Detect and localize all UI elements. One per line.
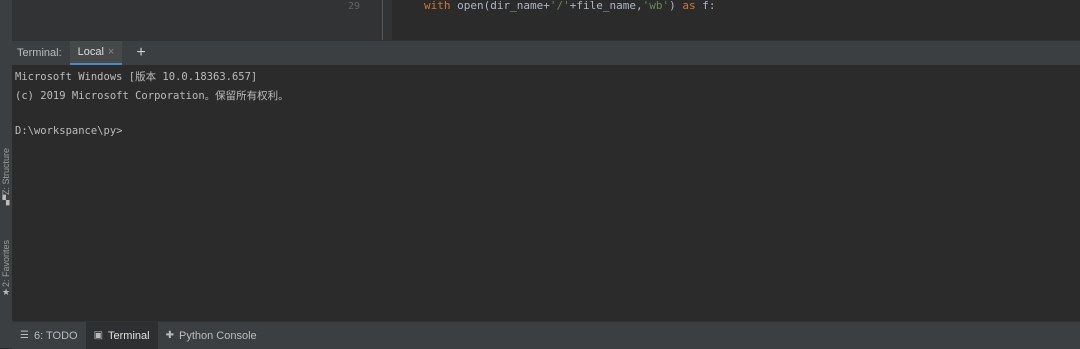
python-console-label: Python Console — [179, 329, 257, 342]
terminal-prompt: D:\workspance\py> — [15, 125, 123, 137]
new-session-button[interactable]: + — [136, 45, 145, 61]
close-icon[interactable]: × — [108, 46, 114, 58]
tab-local-label: Local — [77, 46, 104, 58]
star-icon: ★ — [1, 287, 11, 298]
line-number-gutter: 29 — [342, 0, 392, 40]
terminal-title: Terminal: — [17, 47, 62, 59]
todo-tool-tab[interactable]: ☰ 6: TODO — [12, 322, 86, 349]
line-number: 29 — [348, 1, 361, 12]
tab-local[interactable]: Local × — [69, 41, 123, 65]
terminal-line: Microsoft Windows [版本 10.0.18363.657] — [15, 71, 258, 83]
terminal-tab-label: Terminal — [108, 329, 150, 342]
code-close-paren: ) — [669, 0, 683, 12]
favorites-tool-tab[interactable]: 2: Favorites ★ — [0, 240, 12, 297]
terminal-tool-tab[interactable]: ▣ Terminal — [85, 322, 158, 349]
editor-left-panel — [12, 0, 343, 40]
python-console-tool-tab[interactable]: ✚ Python Console — [158, 322, 265, 349]
structure-tool-tab[interactable]: Z: Structure ▚ — [0, 148, 12, 205]
code-string-wb: 'wb' — [642, 0, 670, 12]
structure-icon: ▚ — [2, 195, 10, 206]
list-icon: ☰ — [20, 330, 29, 341]
code-line[interactable]: with open(dir_name+'/'+file_name,'wb') a… — [424, 0, 715, 12]
gutter-divider — [382, 0, 383, 40]
python-icon: ✚ — [165, 330, 174, 341]
code-end: f: — [695, 0, 716, 12]
code-filename: +file_name, — [569, 0, 643, 12]
favorites-label: 2: Favorites — [1, 240, 11, 288]
terminal-output[interactable]: Microsoft Windows [版本 10.0.18363.657] (c… — [12, 65, 1080, 320]
structure-label: Z: Structure — [1, 148, 11, 196]
bottom-tool-bar: ☰ 6: TODO ▣ Terminal ✚ Python Console — [12, 321, 1080, 349]
code-keyword-with: with — [424, 0, 451, 12]
code-editor[interactable]: 29 with open(dir_name+'/'+file_name,'wb'… — [12, 0, 1080, 40]
todo-label: 6: TODO — [33, 329, 78, 342]
code-open: open(dir_name+ — [450, 0, 550, 12]
terminal-header: Terminal: Local × + — [12, 40, 1080, 66]
terminal-icon: ▣ — [93, 330, 104, 341]
terminal-line: (c) 2019 Microsoft Corporation。保留所有权利。 — [15, 90, 289, 102]
code-string-slash: '/' — [549, 0, 570, 12]
code-keyword-as: as — [682, 0, 696, 12]
